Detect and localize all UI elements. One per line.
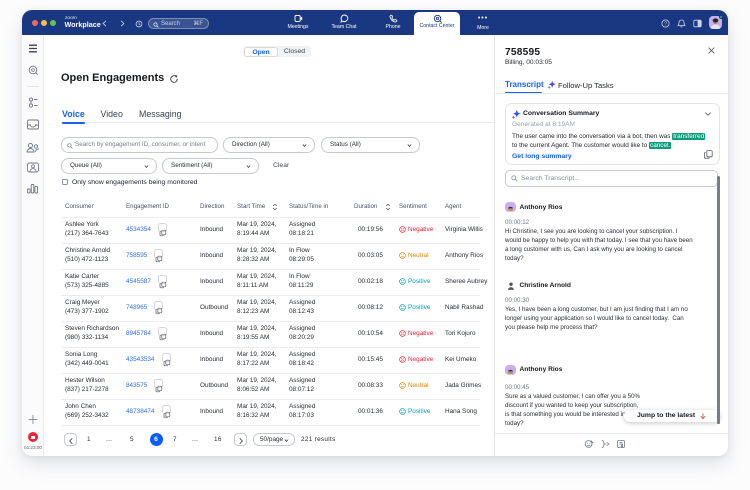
svg-text:?: ? bbox=[664, 21, 667, 27]
